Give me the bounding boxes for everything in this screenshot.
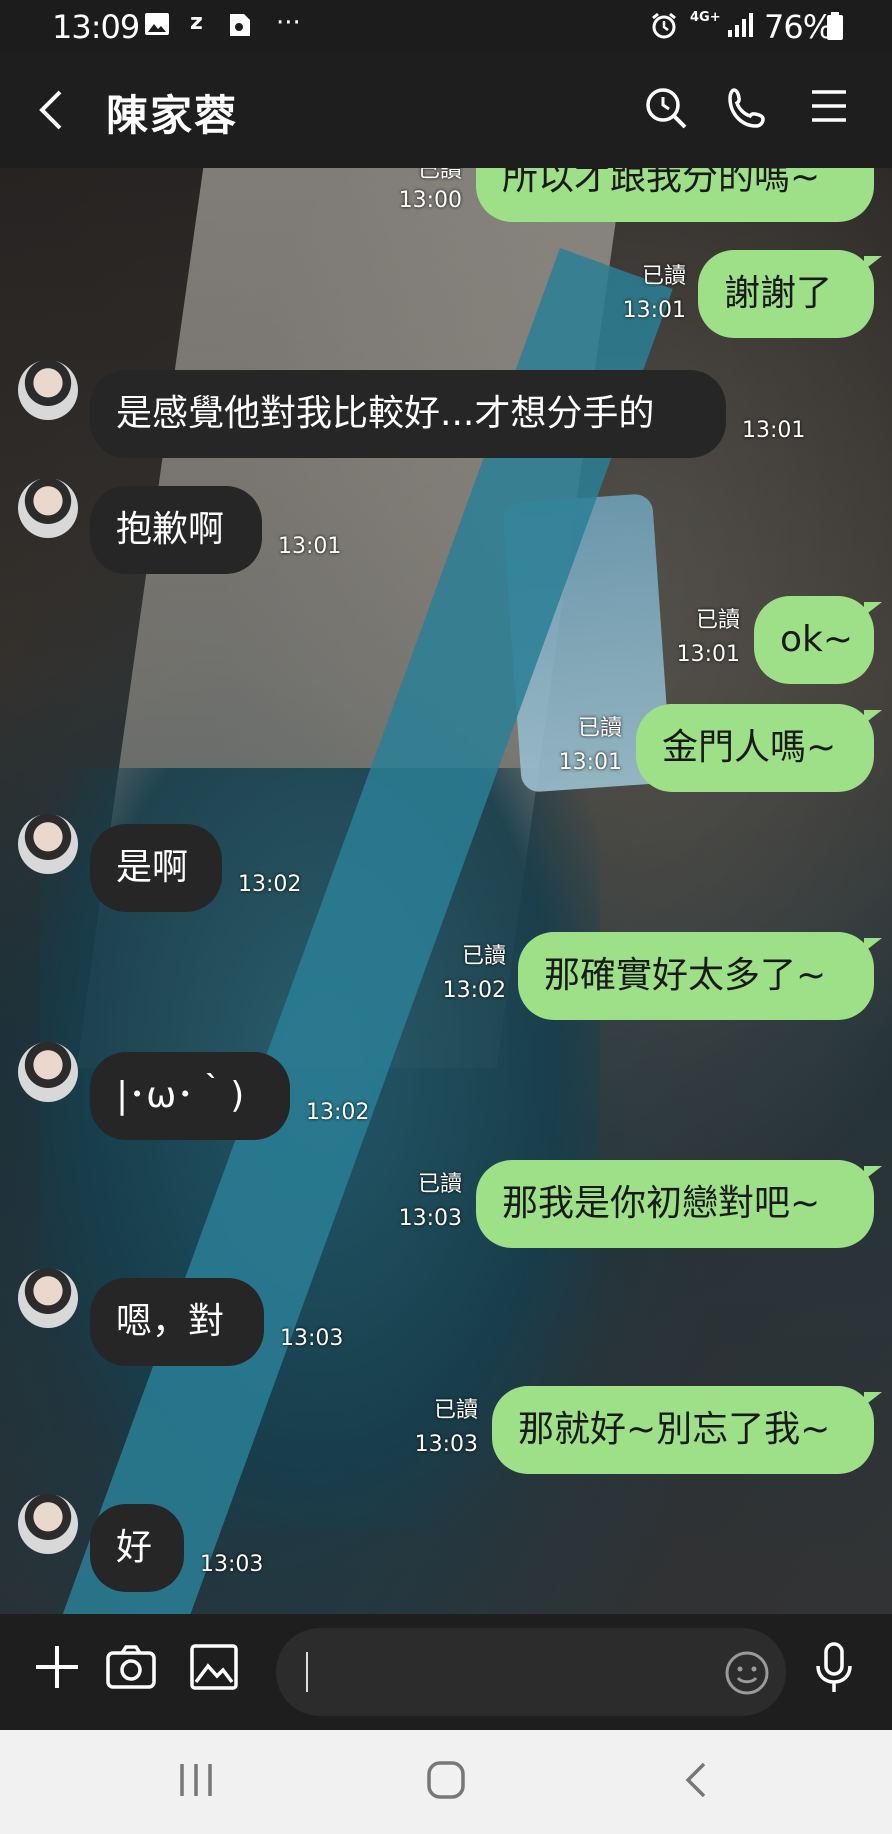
message-bubble[interactable]: 那就好~別忘了我~ <box>492 1386 882 1474</box>
call-icon[interactable] <box>726 86 770 134</box>
message-time: 13:03 <box>200 1552 264 1577</box>
message-bubble[interactable]: ok~ <box>754 596 882 684</box>
contact-avatar[interactable] <box>18 360 78 420</box>
status-time: 13:09 <box>52 8 140 46</box>
alarm-icon <box>650 12 678 44</box>
note-notification-icon <box>228 12 252 42</box>
search-icon[interactable] <box>644 86 688 134</box>
contact-avatar[interactable] <box>18 1494 78 1554</box>
message-time: 13:01 <box>676 642 740 667</box>
camera-icon[interactable] <box>106 1644 156 1694</box>
contact-avatar[interactable] <box>18 478 78 538</box>
emoji-icon[interactable] <box>724 1650 770 1700</box>
recent-apps-icon[interactable] <box>178 1760 214 1804</box>
read-status: 已讀 <box>433 1398 478 1423</box>
sleep-notification-icon: z <box>190 10 203 35</box>
status-bar: 13:09 z ··· 4G+ 76% <box>0 0 892 52</box>
read-status: 已讀 <box>461 944 506 969</box>
contact-avatar[interactable] <box>18 814 78 874</box>
message-bubble[interactable]: |･ω･｀) <box>90 1052 290 1140</box>
message-bubble[interactable]: 好 <box>90 1504 184 1592</box>
network-type-icon: 4G+ <box>690 10 721 25</box>
chat-area[interactable]: 已讀 13:00 所以才跟我分的嗎~ 已讀 13:01 謝謝了 是感覺他對我比較… <box>0 168 892 1614</box>
message-time: 13:02 <box>306 1100 370 1125</box>
battery-percent: 76% <box>764 8 833 46</box>
message-time: 13:01 <box>742 418 806 443</box>
message-time: 13:02 <box>442 978 506 1003</box>
read-status: 已讀 <box>577 716 622 741</box>
message-time: 13:01 <box>558 750 622 775</box>
image-icon[interactable] <box>190 1644 238 1694</box>
contact-avatar[interactable] <box>18 1042 78 1102</box>
message-time: 13:01 <box>278 534 342 559</box>
message-bubble[interactable]: 是感覺他對我比較好...才想分手的 <box>90 370 726 458</box>
menu-icon[interactable] <box>810 86 848 130</box>
message-bubble[interactable]: 那我是你初戀對吧~ <box>476 1160 882 1248</box>
message-time: 13:02 <box>238 872 302 897</box>
contact-avatar[interactable] <box>18 1268 78 1328</box>
message-bubble[interactable]: 嗯，對 <box>90 1278 264 1366</box>
signal-icon <box>726 12 754 42</box>
message-time: 13:03 <box>398 1206 462 1231</box>
plus-icon[interactable] <box>34 1644 80 1694</box>
back-nav-icon[interactable] <box>682 1760 710 1804</box>
message-bubble[interactable]: 是啊 <box>90 824 222 912</box>
read-status: 已讀 <box>641 264 686 289</box>
message-time: 13:03 <box>280 1326 344 1351</box>
message-time: 13:03 <box>414 1432 478 1457</box>
read-status: 已讀 <box>417 168 462 183</box>
battery-icon <box>826 12 844 44</box>
back-arrow-icon[interactable] <box>36 88 66 136</box>
gallery-notification-icon <box>144 12 170 40</box>
message-bubble[interactable]: 金門人嗎~ <box>636 704 882 792</box>
contact-name[interactable]: 陳家蓉 <box>106 82 238 143</box>
read-status: 已讀 <box>417 1172 462 1197</box>
message-bubble[interactable]: 抱歉啊 <box>90 486 262 574</box>
message-time: 13:01 <box>622 298 686 323</box>
message-bubble[interactable]: 謝謝了 <box>698 250 882 338</box>
system-navigation-bar <box>0 1730 892 1834</box>
microphone-icon[interactable] <box>814 1642 854 1698</box>
more-notifications-icon: ··· <box>276 8 301 38</box>
message-input[interactable] <box>276 1628 786 1716</box>
message-bubble[interactable]: 那確實好太多了~ <box>518 932 882 1020</box>
message-time: 13:00 <box>398 188 462 213</box>
chat-header: 陳家蓉 <box>0 52 892 168</box>
read-status: 已讀 <box>695 608 740 633</box>
text-cursor <box>306 1652 308 1692</box>
message-bubble[interactable]: 所以才跟我分的嗎~ <box>476 168 874 222</box>
message-input-bar <box>0 1614 892 1730</box>
home-icon[interactable] <box>426 1760 466 1804</box>
